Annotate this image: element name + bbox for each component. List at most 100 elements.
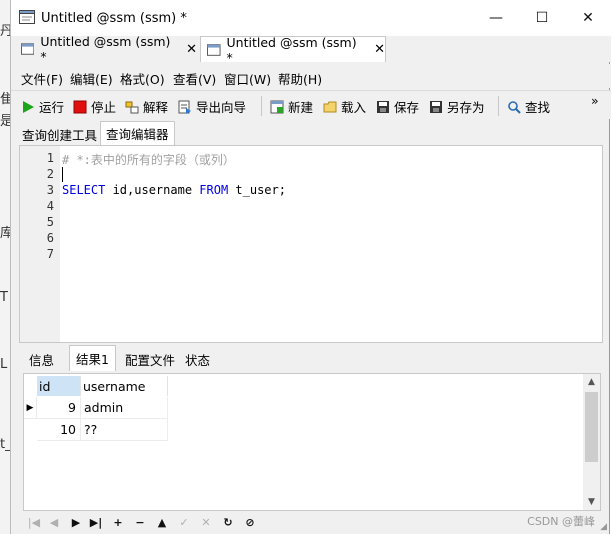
line-number: 7 bbox=[46, 247, 54, 261]
cell-username[interactable]: ?? bbox=[81, 419, 168, 441]
export-icon bbox=[178, 100, 191, 114]
doc-tab-1[interactable]: Untitled @ssm (ssm) * ✕ bbox=[15, 34, 197, 64]
tab-status[interactable]: 状态 bbox=[179, 348, 216, 370]
watermark: CSDN @蕾峰 bbox=[527, 515, 595, 528]
explain-icon bbox=[125, 101, 139, 113]
save-as-icon bbox=[430, 100, 442, 113]
sql-table: t_user; bbox=[228, 183, 286, 197]
toolbar-overflow-button[interactable]: » bbox=[591, 93, 599, 108]
cell-id[interactable]: 10 bbox=[37, 419, 81, 441]
title-bar[interactable]: Untitled @ssm (ssm) * — ☐ ✕ bbox=[11, 0, 611, 36]
line-number: 6 bbox=[46, 231, 54, 245]
play-icon bbox=[23, 100, 34, 113]
vertical-scrollbar[interactable]: ▲ ▼ bbox=[583, 374, 600, 510]
apply-changes-icon[interactable]: ✓ bbox=[177, 515, 191, 529]
window-title: Untitled @ssm (ssm) * bbox=[41, 11, 187, 26]
save-button[interactable]: 保存 bbox=[376, 97, 419, 116]
doc-tab-2[interactable]: Untitled @ssm (ssm) * ✕ bbox=[200, 34, 386, 65]
export-wizard-label: 导出向导 bbox=[196, 100, 247, 115]
first-record-icon[interactable]: |◀ bbox=[27, 515, 41, 529]
line-number: 3 bbox=[46, 183, 54, 197]
save-as-button[interactable]: 另存为 bbox=[429, 97, 485, 116]
result-grid[interactable]: id username ▶ 9 admin 10 ?? ▲ ▼ bbox=[23, 373, 601, 511]
export-wizard-button[interactable]: 导出向导 bbox=[178, 97, 246, 116]
resize-grip-icon[interactable]: ◢ bbox=[600, 522, 607, 532]
menu-help[interactable]: 帮助(H) bbox=[278, 69, 322, 88]
menu-window[interactable]: 窗口(W) bbox=[224, 69, 271, 88]
explain-label: 解释 bbox=[143, 100, 169, 115]
maximize-button[interactable]: ☐ bbox=[519, 0, 565, 36]
menu-view[interactable]: 查看(V) bbox=[173, 69, 216, 88]
stop-icon bbox=[73, 100, 87, 113]
menu-file[interactable]: 文件(F) bbox=[21, 69, 63, 88]
line-number: 4 bbox=[46, 199, 54, 213]
record-navigation-bar: |◀ ◀ ▶ ▶| + − ▲ ✓ ✕ ↻ ⊘ bbox=[23, 513, 601, 533]
new-label: 新建 bbox=[288, 100, 314, 115]
run-button[interactable]: 运行 bbox=[21, 97, 64, 116]
current-row-indicator: ▶ bbox=[24, 397, 37, 419]
tab-info[interactable]: 信息 bbox=[23, 348, 60, 370]
scroll-thumb[interactable] bbox=[585, 392, 598, 462]
scroll-up-icon[interactable]: ▲ bbox=[583, 374, 600, 390]
close-window-button[interactable]: ✕ bbox=[565, 0, 611, 36]
scroll-down-icon[interactable]: ▼ bbox=[583, 494, 600, 510]
bg-char: 是 bbox=[0, 114, 10, 129]
tab-result1[interactable]: 结果1 bbox=[69, 345, 116, 371]
code-comment-line: # *:表中的所有的字段（或列） bbox=[62, 153, 235, 167]
stop-label: 停止 bbox=[91, 100, 117, 115]
load-button[interactable]: 载入 bbox=[323, 97, 366, 116]
bg-char: 库 bbox=[0, 226, 10, 241]
bg-char: 丹 bbox=[0, 24, 10, 39]
close-tab-icon[interactable]: ✕ bbox=[186, 42, 197, 57]
sql-columns: id,username bbox=[105, 183, 200, 197]
find-label: 查找 bbox=[525, 100, 551, 115]
last-record-icon[interactable]: ▶| bbox=[89, 515, 103, 529]
column-header-username[interactable]: username bbox=[81, 376, 168, 396]
toolbar-separator bbox=[498, 96, 499, 116]
stop-refresh-icon[interactable]: ⊘ bbox=[243, 515, 257, 529]
cell-username[interactable]: admin bbox=[81, 397, 168, 419]
find-button[interactable]: 查找 bbox=[507, 97, 550, 116]
delete-record-icon[interactable]: − bbox=[133, 515, 147, 529]
explain-button[interactable]: 解释 bbox=[125, 97, 168, 116]
tab-query-editor[interactable]: 查询编辑器 bbox=[100, 121, 175, 145]
discard-changes-icon[interactable]: ✕ bbox=[199, 515, 213, 529]
doc-tab-label: Untitled @ssm (ssm) * bbox=[226, 34, 357, 65]
add-record-icon[interactable]: + bbox=[111, 515, 125, 529]
doc-tab-label: Untitled @ssm (ssm) * bbox=[40, 34, 171, 64]
query-window: Untitled @ssm (ssm) * — ☐ ✕ Untitled @ss… bbox=[10, 0, 611, 534]
query-window-icon bbox=[19, 10, 35, 24]
next-record-icon[interactable]: ▶ bbox=[69, 515, 83, 529]
column-header-id[interactable]: id bbox=[37, 376, 81, 396]
close-tab-icon[interactable]: ✕ bbox=[374, 42, 385, 57]
sql-keyword: FROM bbox=[199, 183, 229, 197]
document-tab-bar: Untitled @ssm (ssm) * ✕ Untitled @ssm (s… bbox=[11, 34, 611, 65]
save-label: 保存 bbox=[394, 100, 420, 115]
bg-char: T bbox=[0, 290, 8, 305]
sql-editor[interactable]: 1 2 3 4 5 6 7 # *:表中的所有的字段（或列） SELECT id… bbox=[19, 145, 603, 343]
refresh-icon[interactable]: ↻ bbox=[221, 515, 235, 529]
tab-query-builder[interactable]: 查询创建工具 bbox=[17, 123, 102, 145]
save-as-label: 另存为 bbox=[447, 100, 485, 115]
bg-char: t_ bbox=[0, 437, 10, 452]
stop-button[interactable]: 停止 bbox=[73, 97, 116, 116]
toolbar-separator bbox=[261, 96, 262, 116]
background-window-strip: 丹 隹 是 库 T L t_ bbox=[0, 0, 10, 534]
text-cursor bbox=[62, 167, 63, 182]
menu-edit[interactable]: 编辑(E) bbox=[70, 69, 113, 88]
move-up-icon[interactable]: ▲ bbox=[155, 515, 169, 529]
search-icon bbox=[508, 100, 521, 114]
previous-record-icon[interactable]: ◀ bbox=[47, 515, 61, 529]
line-number: 2 bbox=[46, 167, 54, 181]
query-mode-tabs: 查询创建工具 查询编辑器 bbox=[11, 121, 611, 145]
minimize-button[interactable]: — bbox=[473, 0, 519, 36]
new-button[interactable]: 新建 bbox=[270, 97, 313, 116]
new-query-icon bbox=[270, 100, 284, 113]
line-number-gutter: 1 2 3 4 5 6 7 bbox=[20, 146, 60, 342]
line-number: 5 bbox=[46, 215, 54, 229]
result-tab-bar: 信息 结果1 配置文件 状态 bbox=[19, 345, 603, 371]
menu-format[interactable]: 格式(O) bbox=[120, 69, 165, 88]
cell-id[interactable]: 9 bbox=[37, 397, 81, 419]
tab-profile[interactable]: 配置文件 bbox=[119, 348, 181, 370]
code-select-line: SELECT id,username FROM t_user; bbox=[62, 183, 286, 197]
